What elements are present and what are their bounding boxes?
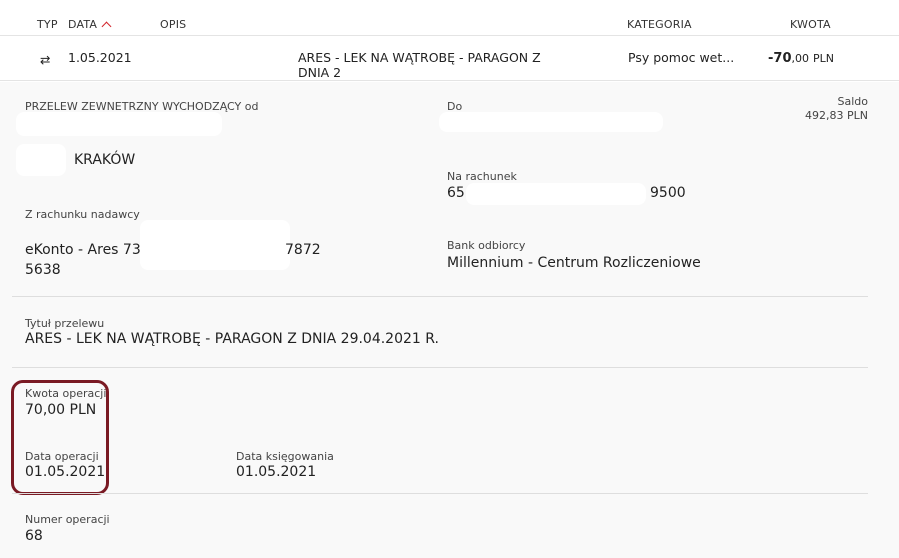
table-header: TYP DATA OPIS KATEGORIA KWOTA <box>0 0 899 36</box>
op-date-value: 01.05.2021 <box>25 464 106 480</box>
transaction-details-panel: PRZELEW ZEWNETRZNY WYCHODZĄCY od KRAKÓW … <box>0 82 899 558</box>
from-account-name: eKonto - Ares 73 <box>25 242 141 258</box>
book-date-value: 01.05.2021 <box>236 464 317 480</box>
redacted-area <box>16 112 222 136</box>
title-label: Tytuł przelewu <box>25 317 105 330</box>
divider <box>12 367 868 368</box>
account-suffix: 9500 <box>650 185 686 201</box>
header-amount: KWOTA <box>790 18 831 31</box>
sender-city: KRAKÓW <box>74 152 136 168</box>
op-number-value: 68 <box>25 528 43 544</box>
title-value: ARES - LEK NA WĄTROBĘ - PARAGON Z DNIA 2… <box>25 331 439 347</box>
transaction-category[interactable]: Psy pomoc wet... <box>628 50 734 65</box>
redacted-area <box>150 45 292 73</box>
header-type: TYP <box>37 18 58 31</box>
redacted-area <box>439 112 663 132</box>
op-date-label: Data operacji <box>25 450 99 463</box>
account-label: Na rachunek <box>447 170 517 183</box>
transaction-amount: -70,00 PLN <box>768 51 834 66</box>
header-date-sort[interactable]: DATA <box>68 18 112 32</box>
header-description: OPIS <box>160 18 187 31</box>
bank-value: Millennium - Centrum Rozliczeniowe <box>447 255 701 271</box>
op-number-label: Numer operacji <box>25 513 110 526</box>
transaction-description: ARES - LEK NA WĄTROBĘ - PARAGON Z DNIA 2 <box>298 50 541 80</box>
from-account-end: 5638 <box>25 262 61 278</box>
bank-label: Bank odbiorcy <box>447 239 526 252</box>
op-amount-label: Kwota operacji <box>25 387 107 400</box>
redacted-area <box>140 220 290 270</box>
redacted-area <box>16 144 66 176</box>
divider <box>12 493 868 494</box>
redacted-area <box>466 183 646 205</box>
divider <box>12 296 868 297</box>
transfer-arrows-icon: ⇄ <box>40 52 51 67</box>
balance-label: Saldo <box>837 95 869 108</box>
transaction-row[interactable]: ⇄ 1.05.2021 ARES - LEK NA WĄTROBĘ - PARA… <box>0 37 899 81</box>
sort-ascending-icon[interactable] <box>101 21 112 32</box>
book-date-label: Data księgowania <box>236 450 334 463</box>
header-category: KATEGORIA <box>627 18 692 31</box>
balance-value: 492,83 PLN <box>805 109 868 122</box>
op-amount-value: 70,00 PLN <box>25 402 97 418</box>
account-prefix: 65 <box>447 185 465 201</box>
from-account-mid: 7872 <box>285 242 321 258</box>
from-account-label: Z rachunku nadawcy <box>25 208 140 221</box>
transaction-date: 1.05.2021 <box>68 50 132 65</box>
